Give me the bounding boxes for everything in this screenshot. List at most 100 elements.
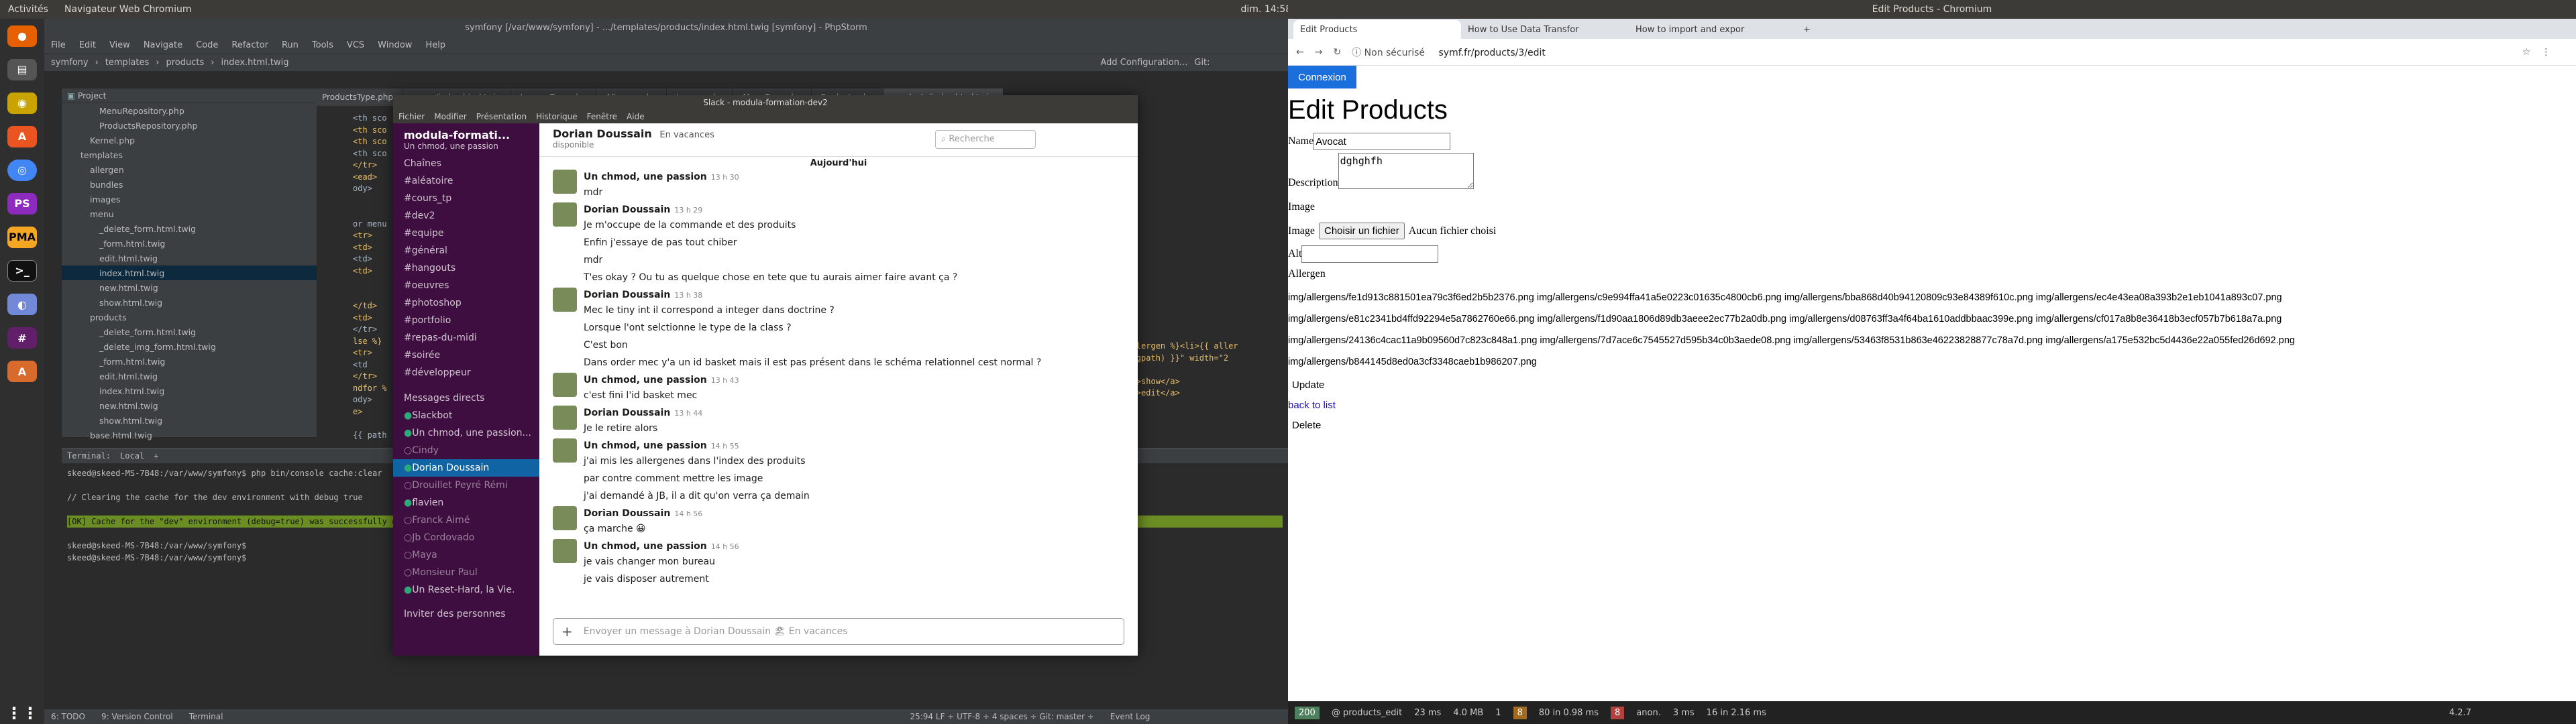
message[interactable]: Un chmod, une passion 14 h 56 je vais chan… [539,538,1138,570]
workspace-name[interactable]: modula-formati... [393,123,539,141]
app-grid-icon[interactable]: ⋮⋮ [6,703,38,724]
tab-edit-products[interactable]: Edit Products [1293,20,1461,39]
tree-item[interactable]: index.html.twig [62,383,317,398]
tree-item[interactable]: _delete_form.html.twig [62,221,317,236]
twig-render[interactable]: 16 in 2.16 ms [1707,708,1766,718]
message[interactable]: Un chmod, une passion 14 h 55 j'ai mis les… [539,437,1138,470]
dm-item[interactable]: ○ Cindy [393,442,539,459]
attach-plus-icon[interactable]: + [561,623,573,640]
menu-code[interactable]: Code [196,40,218,50]
dm-item[interactable]: ○ Monsieur Paul [393,564,539,581]
message[interactable]: Un chmod, une passion 13 h 43 c'est fini l… [539,371,1138,404]
message-author[interactable]: Dorian Doussain [584,408,670,418]
slack-menu-history[interactable]: Historique [536,112,578,121]
tab-import-export[interactable]: How to import and expor [1629,20,1796,39]
tree-item[interactable]: edit.html.twig [62,251,317,265]
tree-item[interactable]: _form.html.twig [62,236,317,251]
tree-item[interactable]: new.html.twig [62,398,317,413]
reload-icon[interactable]: ↻ [1333,47,1341,58]
menu-tools[interactable]: Tools [312,40,333,50]
tree-item[interactable]: MenuRepository.php [62,103,317,118]
user-label[interactable]: anon. [1636,708,1661,718]
message-author[interactable]: Dorian Doussain [584,290,670,300]
new-tab-icon[interactable]: + [1796,20,1817,39]
avatar[interactable] [553,539,577,563]
channel-item[interactable]: # dev2 [393,207,539,225]
message[interactable]: Dorian Doussain 13 h 29 Je m'occupe de la … [539,201,1138,234]
slack-menu-view[interactable]: Présentation [476,112,527,121]
message-author[interactable]: Un chmod, une passion [584,172,707,182]
discord-icon[interactable]: ◐ [7,294,37,316]
channel-item[interactable]: # photoshop [393,294,539,312]
dm-item[interactable]: ○ Franck Aimé [393,511,539,529]
menu-kebab-icon[interactable]: ⋮ [2541,47,2551,58]
terminal-local-tab[interactable]: Local [120,451,144,461]
choose-file-button[interactable]: Choisir un fichier [1318,223,1405,239]
breadcrumb-products[interactable]: products [166,58,204,68]
avatar[interactable] [553,406,577,430]
message-timestamp[interactable]: 13 h 29 [674,206,702,215]
conversation-name[interactable]: Dorian Doussain [553,127,652,140]
tree-item[interactable]: _form.html.twig [62,354,317,369]
memory-usage[interactable]: 4.0 MB [1453,708,1483,718]
dm-item[interactable]: ● Un chmod, une passion... [393,424,539,442]
version-control-tab[interactable]: 9: Version Control [101,712,173,721]
channel-item[interactable]: # equipe [393,225,539,242]
avatar[interactable] [553,202,577,227]
breadcrumb-templates[interactable]: templates [105,58,149,68]
delete-button[interactable]: Delete [1288,417,1326,434]
dm-item[interactable]: ● Dorian Doussain [393,459,539,477]
breadcrumb-file[interactable]: index.html.twig [221,58,288,68]
back-to-list-link[interactable]: back to list [1288,400,1336,411]
dm-item[interactable]: ● Slackbot [393,407,539,424]
software-center-icon[interactable]: A [7,125,37,147]
channel-item[interactable]: # développeur [393,364,539,381]
tab-data-transformers[interactable]: How to Use Data Transfor [1461,20,1629,39]
tree-item[interactable]: products [62,310,317,324]
avatar[interactable] [553,288,577,312]
channel-item[interactable]: # portfolio [393,312,539,329]
avatar[interactable] [553,438,577,463]
channel-item[interactable]: # repas-du-midi [393,329,539,347]
message[interactable]: Dorian Doussain 13 h 38 Mec le tiny int il… [539,286,1138,319]
message[interactable]: Un chmod, une passion 13 h 30 mdr [539,168,1138,201]
message-timestamp[interactable]: 13 h 38 [674,291,702,300]
invite-people[interactable]: Inviter des personnes [393,605,539,623]
route-name[interactable]: @ products_edit [1332,708,1402,718]
symfony-version[interactable]: 4.2.7 [2449,708,2471,718]
message-timestamp[interactable]: 14 h 56 [674,509,702,518]
tree-item[interactable]: Kernel.php [62,133,317,147]
channel-item[interactable]: # aléatoire [393,172,539,190]
message-author[interactable]: Dorian Doussain [584,204,670,215]
dm-item[interactable]: ● Un Reset-Hard, la Vie. [393,581,539,599]
secondary-time[interactable]: 3 ms [1673,708,1695,718]
menu-window[interactable]: Window [378,40,412,50]
db-queries[interactable]: 80 in 0.98 ms [1539,708,1599,718]
phpstorm-icon[interactable]: PS [7,192,37,215]
bookmark-star-icon[interactable]: ☆ [2522,47,2531,58]
menu-edit[interactable]: Edit [79,40,96,50]
chromium-icon[interactable]: ◎ [7,159,37,181]
dm-item[interactable]: ● flavien [393,494,539,511]
slack-menu-edit[interactable]: Modifier [434,112,467,121]
dm-item[interactable]: ○ Maya [393,546,539,564]
avatar[interactable] [553,373,577,397]
add-configuration-button[interactable]: Add Configuration... [1101,58,1188,68]
connexion-button[interactable]: Connexion [1288,66,1356,88]
avatar[interactable] [553,170,577,194]
tree-item[interactable]: base.html.twig [62,428,317,442]
forward-icon[interactable]: → [1315,47,1323,58]
tree-item[interactable]: edit.html.twig [62,369,317,383]
message-timestamp[interactable]: 13 h 44 [674,409,702,418]
event-log[interactable]: Event Log [1110,712,1150,721]
tree-item[interactable]: show.html.twig [62,295,317,310]
phpmyadmin-icon[interactable]: PMA [7,226,37,248]
tree-item[interactable]: menu [62,206,317,221]
files-icon[interactable]: ▤ [7,58,37,80]
tree-item[interactable]: bundles [62,177,317,192]
rhythmbox-icon[interactable]: ◉ [7,92,37,114]
tree-item[interactable]: allergen [62,162,317,177]
avatar[interactable] [553,506,577,530]
channel-item[interactable]: # oeuvres [393,277,539,294]
tree-item[interactable]: _delete_img_form.html.twig [62,339,317,354]
